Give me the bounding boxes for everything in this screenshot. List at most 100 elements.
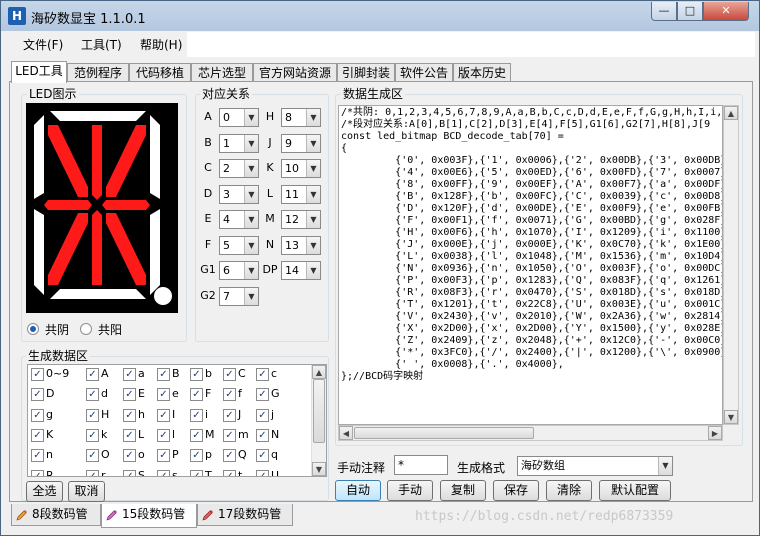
menu-file[interactable]: 文件(F) (23, 36, 63, 53)
gen-checkbox[interactable]: ✓ (157, 408, 170, 422)
gen-checkbox[interactable]: ✓ (190, 368, 203, 381)
menu-tools[interactable]: 工具(T) (81, 36, 122, 53)
manual-button[interactable]: 手动 (387, 480, 433, 501)
chevron-down-icon[interactable]: ▼ (244, 134, 258, 152)
gen-checkbox[interactable]: ✓ (190, 388, 203, 402)
tab-led-tool[interactable]: LED工具 (11, 61, 67, 83)
gen-checkbox[interactable]: ✓ (256, 388, 269, 402)
tab-official-resources[interactable]: 官方网站资源 (253, 63, 337, 82)
code-horizontal-scrollbar[interactable]: ◀ ▶ (338, 425, 723, 441)
seg-a[interactable] (50, 111, 146, 121)
gen-checkbox[interactable]: ✓ (190, 428, 203, 442)
radio-common-cathode[interactable] (27, 323, 39, 335)
minimize-button[interactable]: — (651, 2, 677, 21)
gen-checkbox[interactable]: ✓ (86, 408, 99, 422)
auto-button[interactable]: 自动 (335, 480, 381, 501)
gen-checkbox[interactable]: ✓ (223, 368, 236, 381)
seg-c[interactable] (150, 209, 160, 295)
gen-checkbox[interactable]: ✓ (256, 408, 269, 422)
map-select-6-a[interactable]: 6 ▼ (219, 261, 259, 280)
gen-checkbox[interactable]: ✓ (86, 388, 99, 402)
chevron-down-icon[interactable]: ▼ (658, 457, 672, 475)
tab-15-segment[interactable]: 15段数码管 (101, 504, 197, 528)
gen-checkbox[interactable]: ✓ (123, 388, 136, 402)
clear-button[interactable]: 清除 (546, 480, 592, 501)
gen-checkbox[interactable]: ✓ (157, 428, 170, 442)
gen-checkbox[interactable]: ✓ (223, 408, 236, 422)
map-select-7-a[interactable]: 7 ▼ (219, 286, 259, 306)
annotation-input[interactable] (394, 455, 448, 475)
chevron-down-icon[interactable]: ▼ (244, 211, 258, 228)
default-config-button[interactable]: 默认配置 (599, 480, 671, 501)
chevron-down-icon[interactable]: ▼ (306, 211, 320, 228)
menu-help[interactable]: 帮助(H) (140, 36, 182, 53)
radio-common-anode[interactable] (80, 323, 92, 335)
save-button[interactable]: 保存 (493, 480, 539, 501)
tab-8-segment[interactable]: 8段数码管 (11, 504, 101, 526)
seg-b[interactable] (150, 115, 160, 199)
chevron-down-icon[interactable]: ▼ (306, 109, 320, 126)
chevron-down-icon[interactable]: ▼ (306, 134, 320, 152)
gen-checkbox[interactable]: ✓ (223, 388, 236, 402)
scroll-up-arrow-icon[interactable]: ▲ (312, 365, 326, 379)
gen-checkbox[interactable]: ✓ (190, 449, 203, 463)
gen-checkbox[interactable]: ✓ (123, 408, 136, 422)
code-vertical-scrollbar[interactable]: ▲ ▼ (723, 105, 739, 425)
tab-code-port[interactable]: 代码移植 (129, 63, 191, 82)
map-select-4-a[interactable]: 4 ▼ (219, 210, 259, 229)
tab-version-history[interactable]: 版本历史 (453, 63, 511, 82)
gen-checkbox[interactable]: ✓ (223, 449, 236, 463)
map-select-0-a[interactable]: 0 ▼ (219, 108, 259, 127)
gen-checkbox[interactable]: ✓ (157, 368, 170, 381)
seg-g1[interactable] (44, 200, 92, 210)
gen-checkbox[interactable]: ✓ (256, 428, 269, 442)
close-button[interactable]: ✕ (703, 2, 749, 21)
gen-checkbox[interactable]: ✓ (123, 368, 136, 381)
gen-checkbox[interactable]: ✓ (31, 408, 44, 422)
map-select-2-b[interactable]: 10 ▼ (281, 159, 321, 178)
gen-checkbox[interactable]: ✓ (256, 449, 269, 463)
chevron-down-icon[interactable]: ▼ (306, 185, 320, 203)
seg-dp[interactable] (154, 287, 172, 305)
seg-g2[interactable] (102, 200, 150, 210)
map-select-0-b[interactable]: 8 ▼ (281, 108, 321, 127)
chevron-down-icon[interactable]: ▼ (244, 236, 258, 254)
map-select-5-b[interactable]: 13 ▼ (281, 235, 321, 255)
tab-17-segment[interactable]: 17段数码管 (197, 504, 293, 526)
code-scroll-up-icon[interactable]: ▲ (724, 106, 738, 120)
format-select[interactable]: 海矽数组 ▼ (517, 456, 673, 476)
chevron-down-icon[interactable]: ▼ (306, 262, 320, 279)
chevron-down-icon[interactable]: ▼ (306, 236, 320, 254)
map-select-3-a[interactable]: 3 ▼ (219, 184, 259, 204)
maximize-button[interactable]: □ (677, 2, 703, 21)
gen-checkbox[interactable]: ✓ (86, 469, 99, 476)
tab-pin-package[interactable]: 引脚封装 (337, 63, 395, 82)
gen-checkbox[interactable]: ✓ (31, 388, 44, 402)
gen-checkbox[interactable]: ✓ (31, 428, 44, 442)
copy-button[interactable]: 复制 (440, 480, 486, 501)
scroll-thumb[interactable] (313, 379, 325, 443)
gen-list-scrollbar[interactable]: ▲ ▼ (311, 365, 326, 476)
map-select-2-a[interactable]: 2 ▼ (219, 159, 259, 178)
seg-h[interactable] (48, 125, 88, 197)
seg-f[interactable] (34, 115, 44, 199)
chevron-down-icon[interactable]: ▼ (244, 287, 258, 305)
deselect-button[interactable]: 取消 (68, 481, 105, 502)
map-select-1-b[interactable]: 9 ▼ (281, 133, 321, 153)
chevron-down-icon[interactable]: ▼ (244, 185, 258, 203)
gen-checkbox[interactable]: ✓ (157, 469, 170, 476)
map-select-5-a[interactable]: 5 ▼ (219, 235, 259, 255)
gen-checkbox[interactable]: ✓ (31, 368, 44, 381)
code-scroll-right-icon[interactable]: ▶ (708, 426, 722, 440)
gen-checkbox[interactable]: ✓ (86, 449, 99, 463)
seg-j[interactable] (92, 125, 102, 200)
tab-chip-select[interactable]: 芯片选型 (191, 63, 253, 82)
code-scroll-left-icon[interactable]: ◀ (339, 426, 353, 440)
tab-announcement[interactable]: 软件公告 (395, 63, 453, 82)
chevron-down-icon[interactable]: ▼ (244, 160, 258, 177)
seg-l[interactable] (48, 213, 88, 285)
code-output[interactable]: /*共阴: 0,1,2,3,4,5,6,7,8,9,A,a,B,b,C,c,D,… (338, 105, 723, 425)
code-scroll-down-icon[interactable]: ▼ (724, 410, 738, 424)
map-select-6-b[interactable]: 14 ▼ (281, 261, 321, 280)
gen-checkbox[interactable]: ✓ (123, 469, 136, 476)
